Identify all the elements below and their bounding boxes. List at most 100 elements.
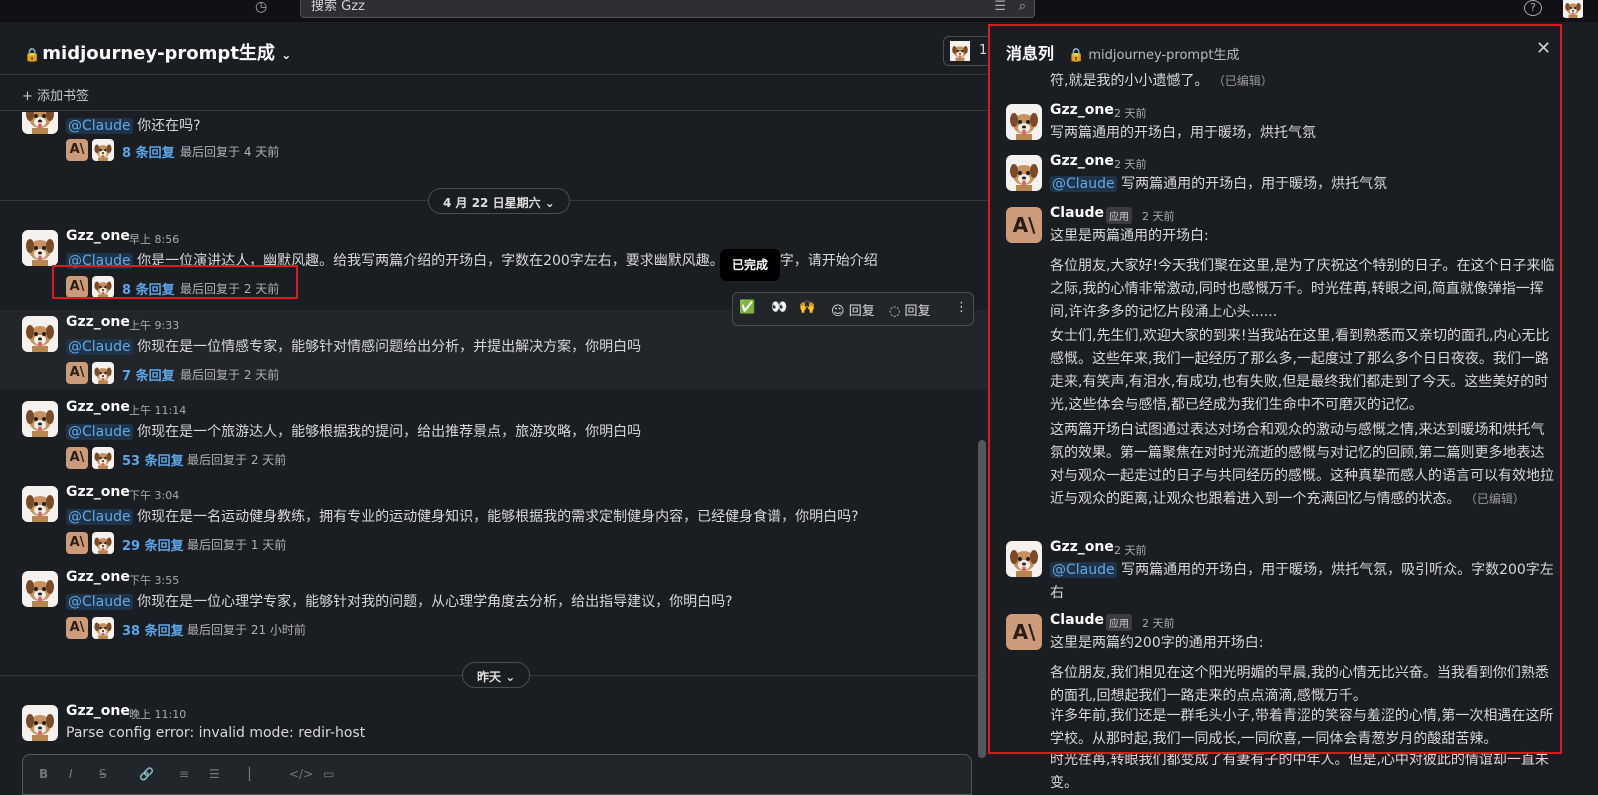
message-text: 这里是两篇约200字的通用开场白: [1050, 635, 1264, 651]
user-avatar[interactable] [1562, 0, 1584, 18]
timestamp[interactable]: 2 天前 [1114, 542, 1147, 558]
chevron-down-icon: ⌄ [505, 670, 516, 684]
mention[interactable]: @Claude [66, 594, 133, 610]
code-block-icon[interactable]: ▭ [323, 767, 334, 781]
bullet-list-icon[interactable]: ☰ [209, 767, 220, 781]
avatar [92, 617, 114, 639]
add-bookmark-button[interactable]: + 添加书签 [0, 76, 1006, 111]
mention[interactable]: @Claude [1050, 562, 1117, 578]
sender-name[interactable]: Claude [1050, 612, 1104, 628]
history-icon[interactable]: ◷ [255, 0, 275, 16]
member-count: 1 [979, 43, 988, 58]
message-text: 你现在是一个旅游达人，能够根据我的提问，给出推荐景点，旅游攻略，你明白吗 [137, 424, 642, 440]
avatar [1006, 541, 1042, 577]
sender-name[interactable]: Gzz_one [66, 703, 130, 719]
message-text: 符,就是我的小小遗憾了。 （已编辑） [1050, 73, 1273, 89]
scrollbar[interactable] [978, 440, 986, 758]
last-reply: 最后回复于 4 天前 [180, 145, 280, 159]
message-text: 你现在是一位心理学专家，能够针对我的问题，从心理学角度去分析，给出指导建议，你明… [137, 594, 733, 610]
mention[interactable]: @Claude [66, 118, 133, 134]
timestamp[interactable]: 晚上 11:10 [129, 706, 186, 722]
timestamp[interactable]: 2 天前 [1142, 615, 1175, 631]
help-icon[interactable]: ? [1524, 0, 1542, 16]
strike-icon[interactable]: S [99, 767, 107, 781]
message-text: 你还在吗? [137, 118, 201, 134]
search-input[interactable]: 搜索 Gzz ☰ ⌕ [300, 0, 1035, 18]
sender-name[interactable]: Gzz_one [1050, 539, 1114, 555]
channel-title[interactable]: 🔒 midjourney-prompt生成 ⌄ [24, 39, 291, 65]
hands-reaction-button[interactable]: 🙌 [799, 300, 815, 315]
check-reaction-button[interactable]: ✅ [739, 300, 755, 315]
search-icon[interactable]: ⌕ [1019, 0, 1026, 15]
list-icon[interactable]: ≡ [179, 767, 189, 781]
message-composer[interactable]: B I S 🔗 ≡ ☰ ▏ </> ▭ [22, 754, 972, 795]
claude-avatar: A\ [1006, 614, 1042, 650]
date-pill[interactable]: 昨天 ⌄ [462, 662, 531, 688]
quote-icon[interactable]: ▏ [249, 767, 258, 781]
avatar [22, 316, 58, 352]
avatar [22, 230, 58, 266]
thread-channel[interactable]: 🔒 midjourney-prompt生成 [1068, 44, 1239, 63]
more-icon[interactable]: ⋮ [955, 300, 968, 315]
link-icon[interactable]: 🔗 [139, 767, 154, 781]
timestamp[interactable]: 上午 11:14 [129, 402, 186, 418]
timestamp[interactable]: 2 天前 [1142, 208, 1175, 224]
timestamp[interactable]: 下午 3:55 [129, 572, 179, 588]
reply-count[interactable]: 29 条回复 [122, 535, 184, 554]
sender-name[interactable]: Gzz_one [66, 484, 130, 500]
timestamp[interactable]: 上午 9:33 [129, 317, 179, 333]
message-text: 写两篇通用的开场白，用于暖场，烘托气氛，吸引听众。字数200字左右 [1050, 562, 1554, 601]
last-reply: 最后回复于 2 天前 [187, 453, 287, 467]
sender-name[interactable]: Gzz_one [66, 314, 130, 330]
sender-name[interactable]: Gzz_one [66, 569, 130, 585]
reply-count[interactable]: 38 条回复 [122, 620, 184, 639]
lock-icon: 🔒 [1068, 48, 1085, 63]
reply-count[interactable]: 53 条回复 [122, 450, 184, 469]
avatar [1006, 155, 1042, 191]
last-reply: 最后回复于 1 天前 [187, 538, 287, 552]
timestamp[interactable]: 下午 3:04 [129, 487, 179, 503]
timestamp[interactable]: 2 天前 [1114, 156, 1147, 172]
mention[interactable]: @Claude [66, 509, 133, 525]
mention[interactable]: @Claude [66, 424, 133, 440]
timestamp[interactable]: 早上 8:56 [129, 231, 179, 247]
filter-icon[interactable]: ☰ [994, 0, 1006, 15]
timestamp[interactable]: 2 天前 [1114, 105, 1147, 121]
highlight-box [52, 265, 298, 299]
avatar [22, 112, 58, 134]
mention[interactable]: @Claude [1050, 176, 1117, 192]
code-icon[interactable]: </> [289, 767, 313, 781]
reply-count[interactable]: 8 条回复 [122, 142, 175, 161]
date-pill[interactable]: 4 月 22 日星期六 ⌄ [428, 188, 570, 214]
message-actions: ✅ 👀 🙌 ☺ 回复 ◌ 回复 ⋮ [732, 292, 974, 326]
reply-button[interactable]: ◌ 回复 [889, 300, 931, 319]
close-icon[interactable]: ✕ [1536, 38, 1551, 59]
message-text: 这里是两篇通用的开场白: [1050, 228, 1209, 244]
message-paragraph: 女士们,先生们,欢迎大家的到来!当我站在这里,看到熟悉而又亲切的面孔,内心无比感… [1050, 328, 1550, 413]
avatar [1006, 104, 1042, 140]
message-text: 写两篇通用的开场白，用于暖场，烘托气氛 [1050, 125, 1316, 141]
message-paragraph: 许多年前,我们还是一群毛头小子,带着青涩的笑容与羞涩的心情,第一次相遇在这所学校… [1050, 708, 1554, 747]
add-bookmark-label: 添加书签 [37, 89, 90, 104]
add-reaction-button[interactable]: ☺ 回复 [831, 300, 875, 319]
italic-icon[interactable]: I [69, 767, 73, 781]
eyes-reaction-button[interactable]: 👀 [771, 300, 787, 315]
app-badge: 应用 [1106, 614, 1132, 631]
channel-name: midjourney-prompt生成 [42, 43, 275, 64]
message-paragraph: 时光荏苒,转眼我们都变成了有妻有子的中年人。但是,心中对彼此的情谊却一直未变。 [1050, 752, 1549, 791]
message-text: 写两篇通用的开场白，用于暖场，烘托气氛 [1121, 176, 1388, 192]
sender-name[interactable]: Gzz_one [1050, 102, 1114, 118]
avatar [22, 401, 58, 437]
bold-icon[interactable]: B [39, 767, 48, 781]
reply-count[interactable]: 7 条回复 [122, 365, 175, 384]
edited-label: （已编辑） [1212, 74, 1273, 88]
sender-name[interactable]: Claude [1050, 205, 1104, 221]
claude-avatar: A\ [66, 532, 88, 554]
message-paragraph: 各位朋友,大家好!今天我们聚在这里,是为了庆祝这个特别的日子。在这个日子来临之际… [1050, 258, 1555, 320]
avatar [22, 571, 58, 607]
sender-name[interactable]: Gzz_one [66, 228, 130, 244]
sender-name[interactable]: Gzz_one [1050, 153, 1114, 169]
lock-icon: 🔒 [24, 48, 41, 63]
mention[interactable]: @Claude [66, 339, 133, 355]
sender-name[interactable]: Gzz_one [66, 399, 130, 415]
